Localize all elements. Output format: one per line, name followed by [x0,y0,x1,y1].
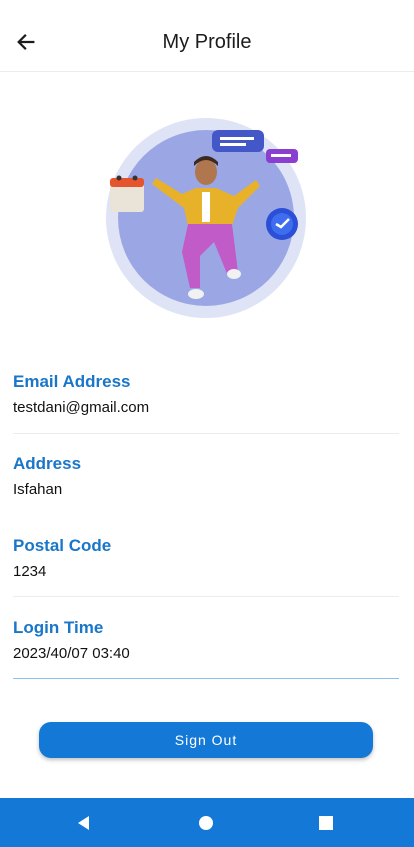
login-time-label: Login Time [13,618,104,637]
system-back-button[interactable] [71,810,97,836]
login-time-value: 2023/40/07 03:40 [13,645,130,662]
email-label: Email Address [13,372,131,391]
sign-out-button[interactable]: Sign Out [39,722,373,758]
person-illustration-icon [106,118,306,318]
page-title: My Profile [162,31,252,53]
address-value: Isfahan [13,481,63,498]
circle-home-icon [199,816,213,830]
app-bar: My Profile [0,0,414,72]
login-time-field: Login Time 2023/40/07 03:40 [13,617,399,663]
triangle-back-icon [78,816,89,830]
postal-code-value: 1234 [13,563,47,580]
postal-code-label: Postal Code [13,536,112,555]
address-field: Address Isfahan [13,453,399,499]
profile-illustration [104,116,308,320]
system-navigation-bar [0,798,414,847]
email-value: testdani@gmail.com [13,399,150,416]
divider [13,433,399,434]
system-home-button[interactable] [193,810,219,836]
system-recents-button[interactable] [313,810,339,836]
email-field: Email Address testdani@gmail.com [13,371,399,417]
divider [13,596,399,597]
address-label: Address [13,454,82,473]
postal-code-field: Postal Code 1234 [13,535,399,581]
divider [13,678,399,679]
square-recents-icon [319,816,333,830]
